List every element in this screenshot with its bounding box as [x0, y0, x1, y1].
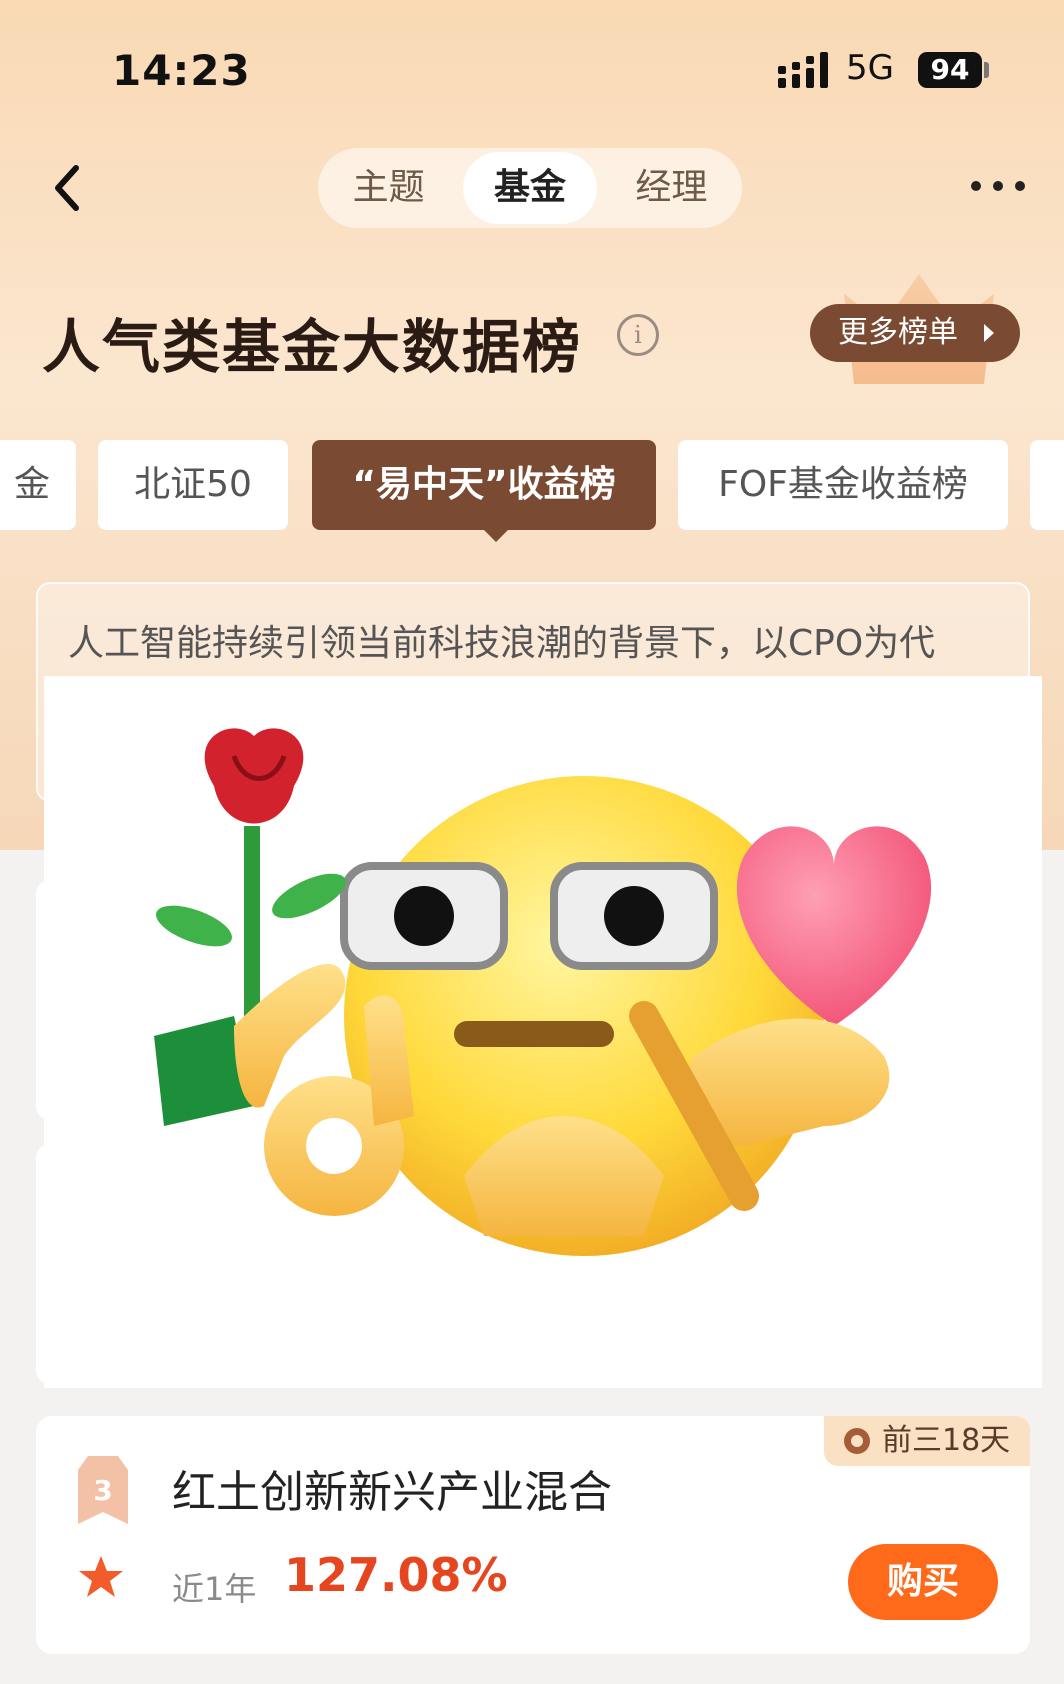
caret-right-icon [984, 324, 994, 342]
favorite-star-icon[interactable] [78, 1554, 124, 1600]
status-time: 14:23 [112, 46, 251, 95]
tab-theme[interactable]: 主题 [322, 152, 455, 224]
return-value: 127.08% [284, 1548, 508, 1602]
rank-medal-icon: 3 [78, 1456, 128, 1524]
badge-text: 前三18天 [882, 1423, 1011, 1458]
battery-tip [984, 62, 989, 78]
back-arrow-icon[interactable] [48, 162, 88, 214]
emoji-sticker-overlay [44, 676, 1042, 1388]
emoji-sticker-image [154, 728, 932, 1256]
more-ranks-label: 更多榜单 [838, 315, 958, 350]
tab-fund[interactable]: 基金 [463, 152, 597, 224]
rank-number: 3 [93, 1474, 112, 1507]
title-row: 人气类基金大数据榜 i 更多榜单 [42, 274, 1032, 384]
top-three-badge: 前三18天 [824, 1416, 1030, 1466]
status-bar: 14:23 5G 94 [0, 40, 1064, 100]
chip-overflow[interactable] [1030, 440, 1064, 530]
buy-button[interactable]: 购买 [848, 1544, 998, 1620]
more-ranks-button[interactable]: 更多榜单 [810, 304, 1020, 362]
fund-name: 红土创新新兴产业混合 [172, 1467, 612, 1518]
top-nav: 主题 基金 经理 [0, 148, 1064, 228]
page-title: 人气类基金大数据榜 [42, 313, 583, 381]
network-type: 5G [846, 48, 894, 88]
fund-card[interactable]: 前三18天 3 红土创新新兴产业混合 近1年 127.08% 购买 [36, 1416, 1030, 1654]
signal-icon [778, 52, 828, 88]
segment-control: 主题 基金 经理 [318, 148, 742, 228]
more-options-icon[interactable] [968, 174, 1028, 198]
chip-partial[interactable]: 金 [0, 440, 76, 530]
battery-indicator: 94 [918, 52, 982, 88]
chip-bz50[interactable]: 北证50 [98, 440, 288, 530]
badge-icon [844, 1428, 870, 1454]
category-chips: 金 北证50 “易中天”收益榜 FOF基金收益榜 [0, 440, 1064, 542]
description-text: 人工智能持续引领当前科技浪潮的背景下，以CPO为代 [68, 623, 936, 664]
active-chip-pointer [484, 530, 508, 542]
chip-fof[interactable]: FOF基金收益榜 [678, 440, 1008, 530]
tab-manager[interactable]: 经理 [605, 152, 738, 224]
info-icon[interactable]: i [617, 314, 659, 356]
return-period: 近1年 [172, 1570, 257, 1608]
chip-yizhongtian[interactable]: “易中天”收益榜 [312, 440, 656, 530]
